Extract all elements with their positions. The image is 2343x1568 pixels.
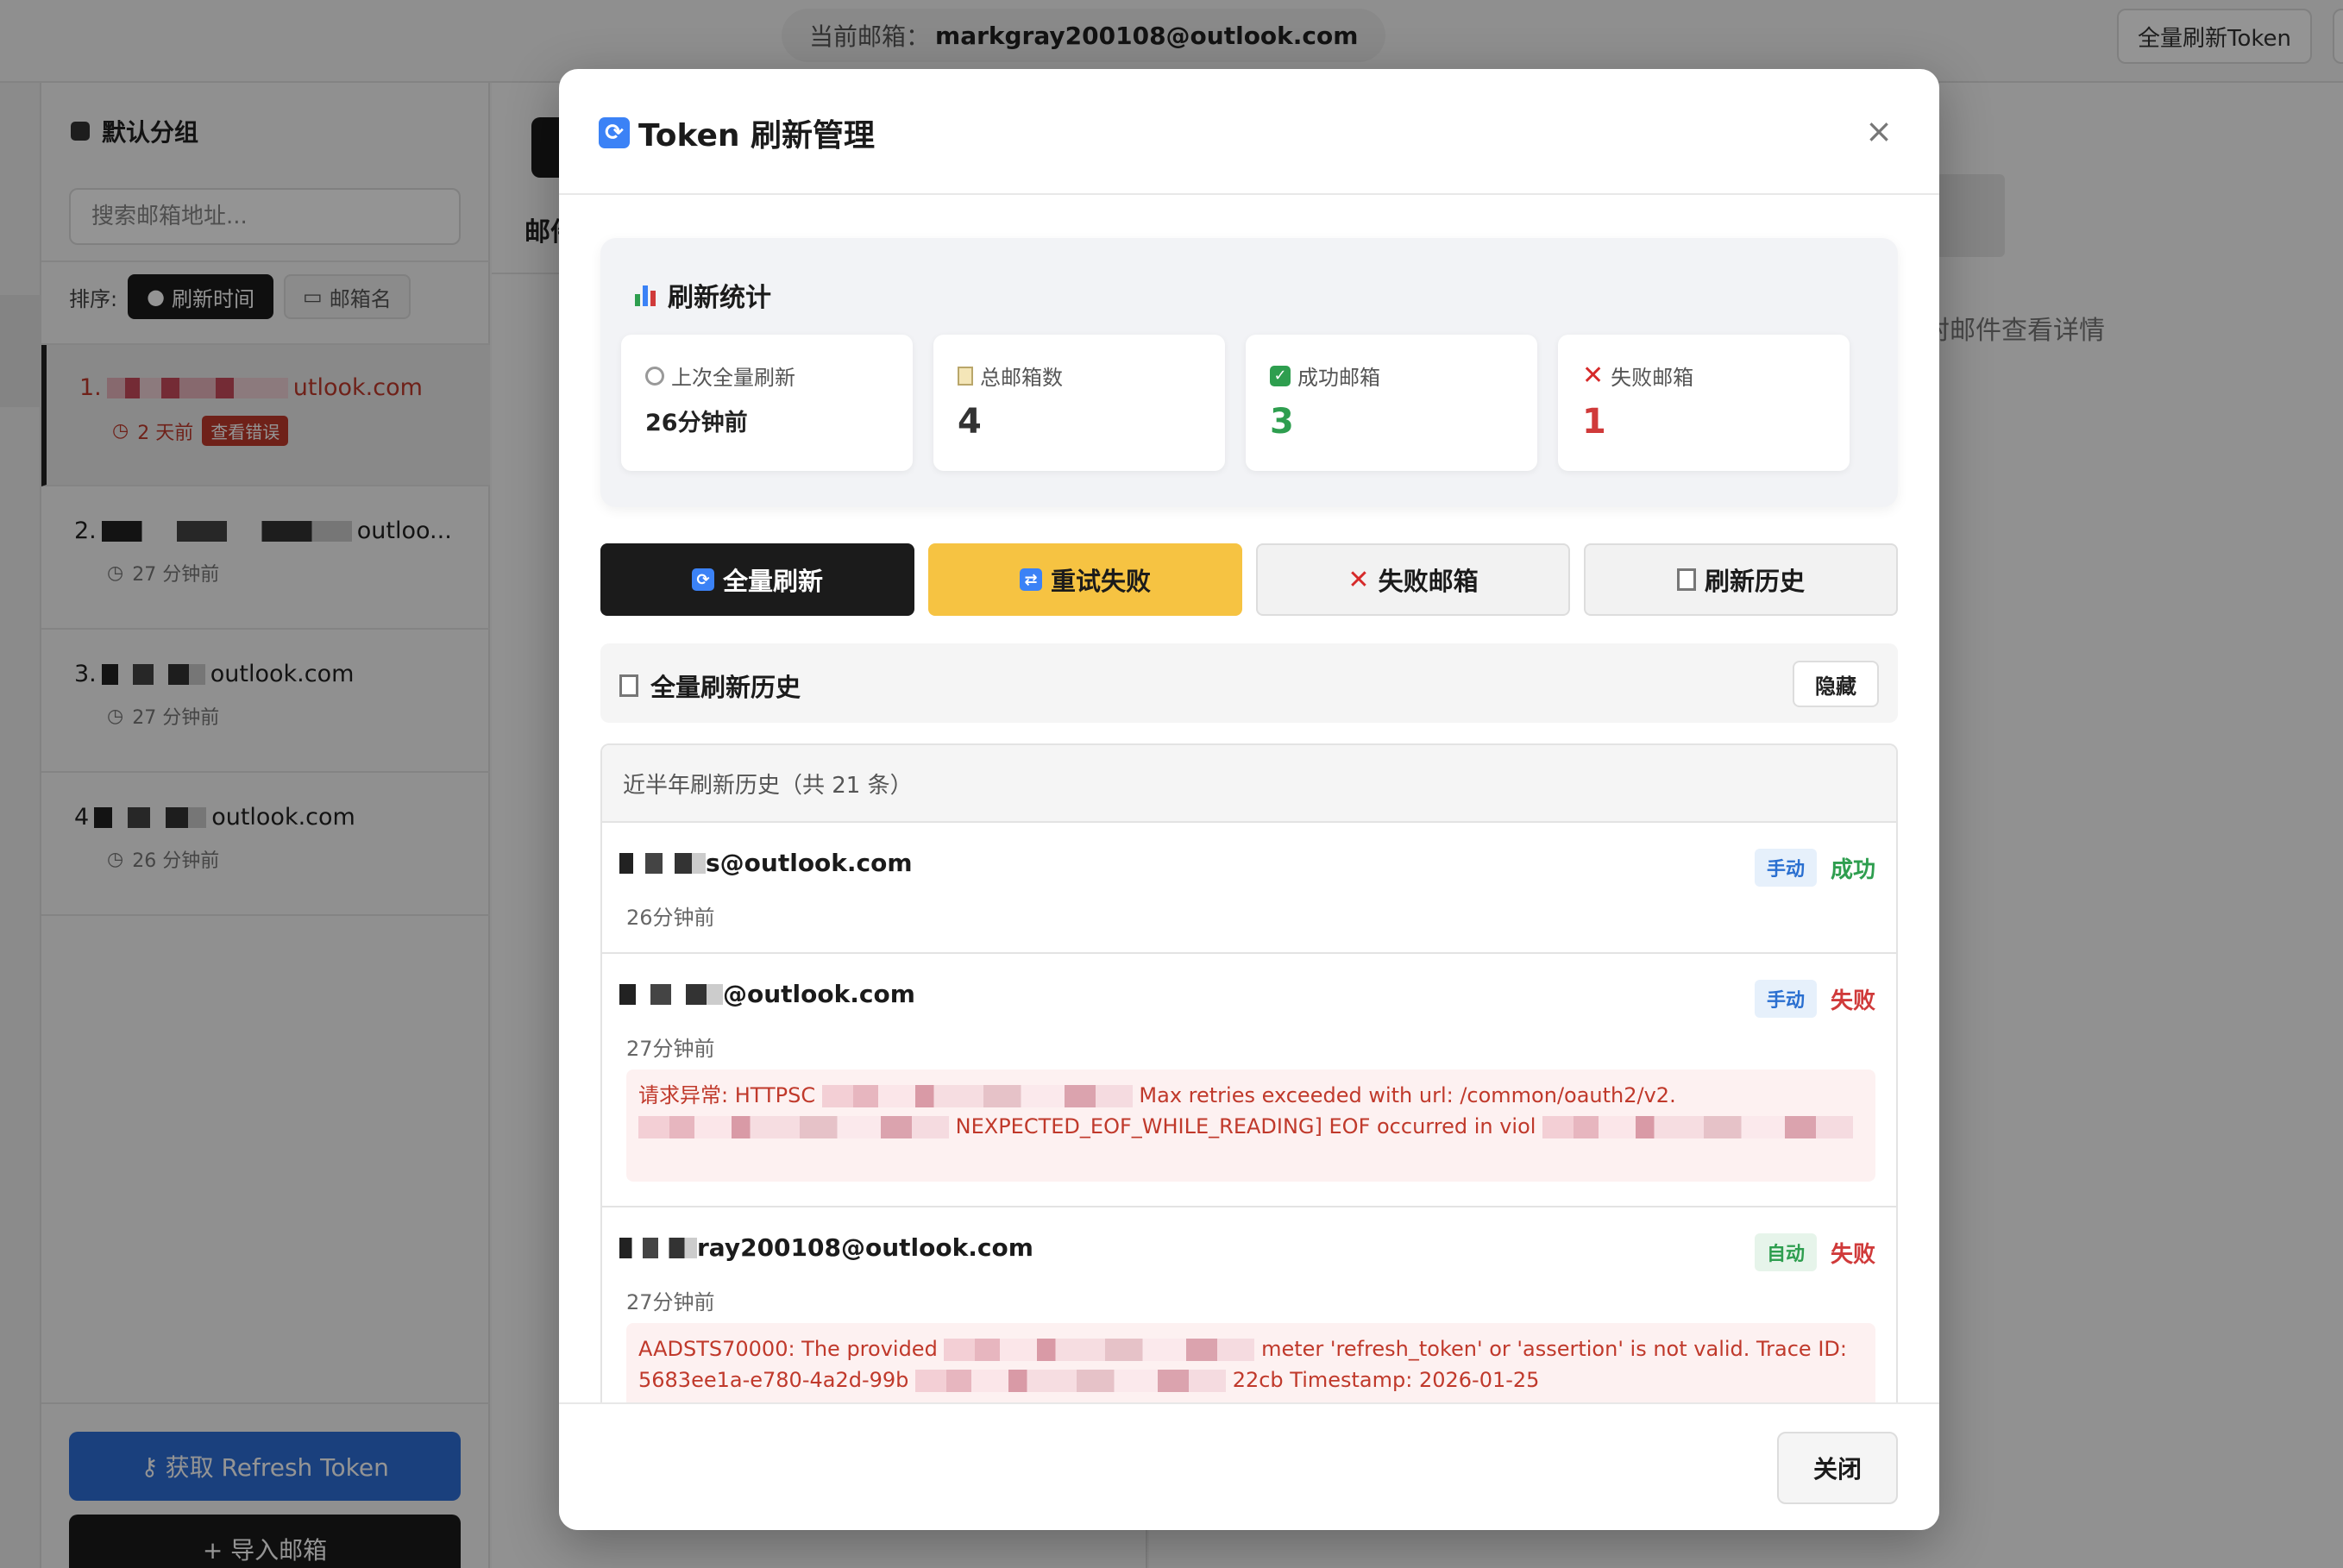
close-button[interactable]: 关闭: [1777, 1432, 1898, 1504]
record-mode-badge: 手动: [1754, 849, 1817, 887]
masked-email-part: [619, 852, 706, 874]
stat-value: 3: [1270, 402, 1294, 442]
stat-card-total: 总邮箱数 4: [933, 335, 1225, 471]
record-email: @outlook.com: [723, 980, 915, 1008]
check-icon: ✓: [1270, 365, 1291, 386]
history-title-text: 全量刷新历史: [650, 673, 801, 702]
modal-title: ⟳ Token 刷新管理: [599, 110, 875, 155]
record-status: 成功: [1830, 856, 1875, 883]
stats-title: 刷新统计: [635, 276, 771, 314]
error-text: Max retries exceeded with url: /common/o…: [1139, 1083, 1676, 1107]
redacted-text: [1542, 1116, 1854, 1138]
stat-value: 1: [1582, 402, 1606, 442]
redacted-text: [821, 1085, 1133, 1107]
stat-label: 成功邮箱: [1297, 366, 1380, 390]
stat-value: 4: [958, 402, 982, 442]
stat-label: 上次全量刷新: [671, 366, 795, 390]
record-email: s@outlook.com: [706, 849, 913, 877]
error-text: AADSTS70000: The provided: [638, 1337, 938, 1361]
stats-title-text: 刷新统计: [668, 283, 771, 313]
error-text: NEXPECTED_EOF_WHILE_READING] EOF occurre…: [955, 1114, 1536, 1138]
history-header: 全量刷新历史 隐藏: [600, 643, 1898, 723]
refresh-icon: ⟳: [691, 568, 714, 591]
record-error-message: 请求异常: HTTPSC Max retries exceeded with u…: [626, 1069, 1875, 1182]
error-text: 请求异常: HTTPSC: [638, 1083, 816, 1107]
redacted-text: [638, 1116, 949, 1138]
record-status: 失败: [1830, 1241, 1875, 1268]
record-time: 27分钟前: [626, 1290, 715, 1314]
history-title: 全量刷新历史: [619, 668, 801, 704]
stat-card-success: ✓ 成功邮箱 3: [1246, 335, 1537, 471]
clock-icon: [645, 366, 664, 386]
stat-card-last-refresh: 上次全量刷新 26分钟前: [621, 335, 913, 471]
error-text: 22cb Timestamp: 2026-01-25: [1232, 1368, 1540, 1392]
close-icon[interactable]: ×: [1860, 112, 1898, 150]
redacted-text: [915, 1370, 1227, 1392]
cross-icon: ✕: [1582, 361, 1605, 391]
masked-email-part: [619, 1237, 697, 1258]
refresh-all-button[interactable]: ⟳ 全量刷新: [600, 543, 914, 616]
bar-chart-icon: [635, 284, 656, 306]
stat-value: 26分钟前: [645, 410, 748, 436]
modal-title-text: Token 刷新管理: [638, 118, 876, 154]
history-subtitle: 近半年刷新历史（共 21 条）: [602, 745, 1896, 823]
token-refresh-modal: ⟳ Token 刷新管理 × 刷新统计 上次全量刷新 26分钟前 总邮箱数 4 …: [559, 69, 1939, 1530]
record-email: ray200108@outlook.com: [697, 1233, 1033, 1262]
redacted-text: [944, 1339, 1255, 1361]
stat-card-failed: ✕ 失败邮箱 1: [1558, 335, 1850, 471]
retry-failed-button[interactable]: ⇄ 重试失败: [928, 543, 1242, 616]
failed-emails-label: 失败邮箱: [1378, 567, 1479, 596]
memo-icon: [958, 366, 973, 386]
cross-icon: ✕: [1347, 564, 1370, 595]
refresh-stats-panel: 刷新统计 上次全量刷新 26分钟前 总邮箱数 4 ✓ 成功邮箱 3 ✕ 失败邮箱 1: [600, 238, 1898, 507]
history-record: s@outlook.com 26分钟前 手动 成功: [602, 823, 1896, 954]
stat-label: 总邮箱数: [980, 366, 1063, 390]
clipboard-icon: [1676, 568, 1696, 591]
failed-emails-button[interactable]: ✕ 失败邮箱: [1256, 543, 1570, 616]
masked-email-part: [619, 983, 723, 1005]
refresh-icon: ⟳: [599, 117, 630, 148]
record-mode-badge: 手动: [1754, 980, 1817, 1018]
record-mode-badge: 自动: [1754, 1233, 1817, 1271]
repeat-icon: ⇄: [1019, 568, 1042, 591]
modal-footer: 关闭: [559, 1402, 1939, 1530]
hide-history-button[interactable]: 隐藏: [1793, 661, 1879, 707]
record-time: 27分钟前: [626, 1037, 715, 1061]
refresh-history-label: 刷新历史: [1704, 567, 1805, 596]
stat-label: 失败邮箱: [1611, 366, 1694, 390]
history-list: 近半年刷新历史（共 21 条） s@outlook.com 26分钟前 手动 成…: [600, 743, 1898, 1477]
refresh-history-button[interactable]: 刷新历史: [1584, 543, 1898, 616]
history-record: @outlook.com 27分钟前 手动 失败 请求异常: HTTPSC Ma…: [602, 954, 1896, 1207]
clipboard-icon: [619, 674, 638, 697]
modal-header: ⟳ Token 刷新管理 ×: [559, 69, 1939, 195]
retry-failed-label: 重试失败: [1050, 567, 1151, 596]
record-status: 失败: [1830, 988, 1875, 1014]
refresh-all-label: 全量刷新: [722, 567, 823, 596]
record-time: 26分钟前: [626, 906, 715, 930]
